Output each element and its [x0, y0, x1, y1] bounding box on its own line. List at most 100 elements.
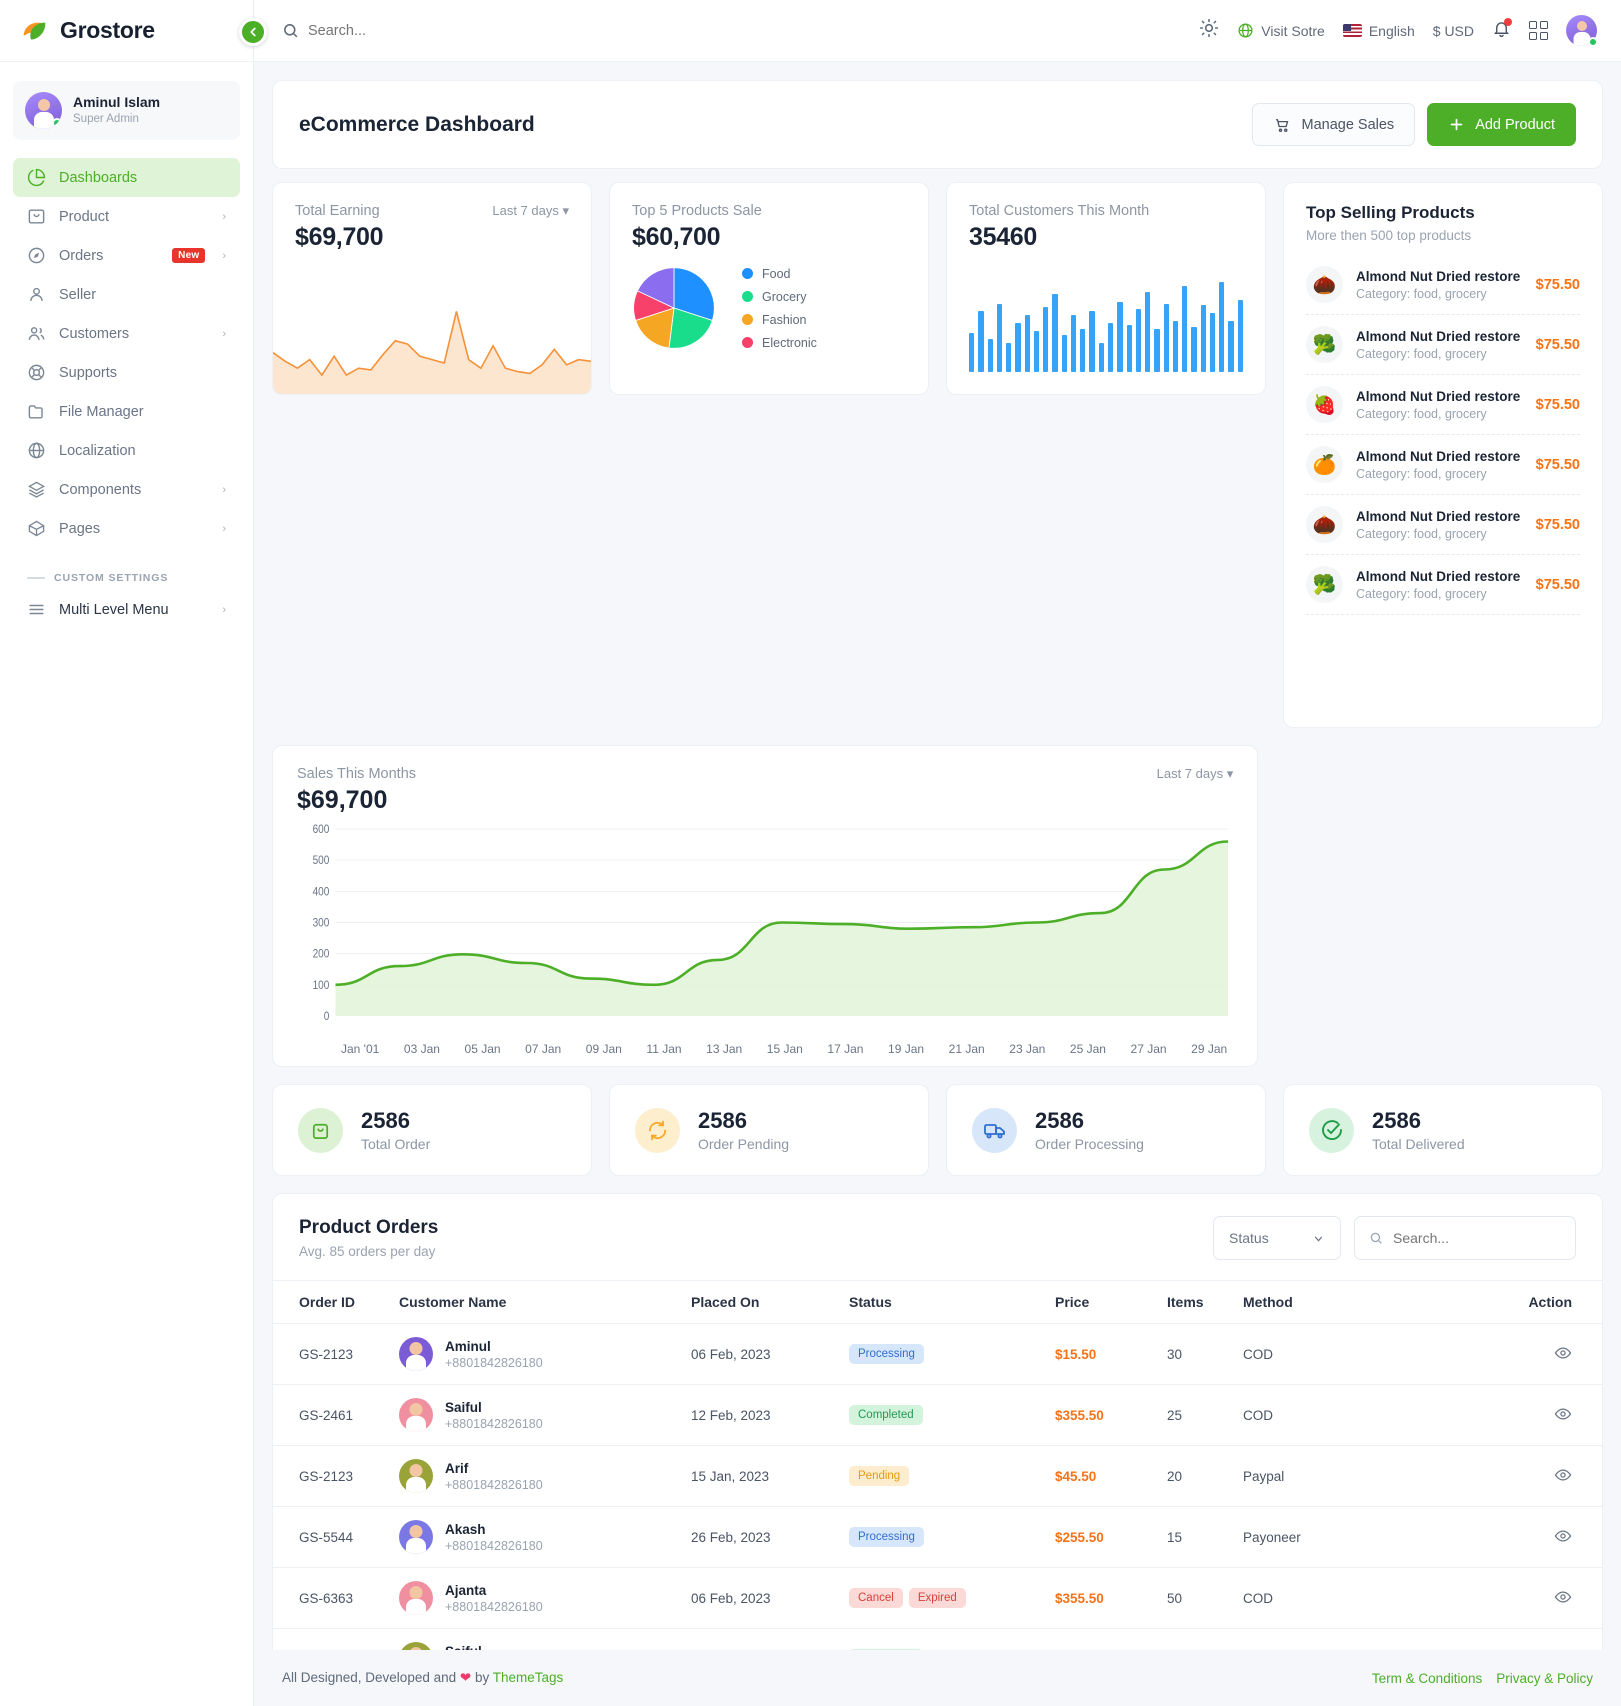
- top-product-item[interactable]: 🌰 Almond Nut Dried restore Category: food,…: [1306, 495, 1580, 555]
- sidebar-profile-card[interactable]: Aminul Islam Super Admin: [13, 81, 240, 140]
- chevron-right-icon: ›: [222, 249, 226, 262]
- svg-text:300: 300: [313, 917, 330, 930]
- sidebar-item-supports[interactable]: Supports: [13, 353, 240, 392]
- legend-item: Fashion: [742, 313, 817, 327]
- orders-search-input[interactable]: [1393, 1230, 1561, 1246]
- table-row[interactable]: GS-6363 Ajanta +8801842826180 06 Feb, 2023 C…: [273, 1567, 1602, 1629]
- cell-customer: Ajanta +8801842826180: [391, 1567, 683, 1629]
- sidebar-item-localization[interactable]: Localization: [13, 431, 240, 470]
- date-range-dropdown[interactable]: Last 7 days ▾: [1157, 766, 1234, 782]
- search-input[interactable]: [308, 22, 608, 39]
- legend-color-dot: [742, 291, 753, 302]
- apps-grid-button[interactable]: [1529, 21, 1548, 40]
- cell-method: Paypal: [1235, 1445, 1367, 1507]
- add-product-button[interactable]: Add Product: [1427, 103, 1576, 146]
- cell-status: Completed: [841, 1628, 1047, 1650]
- table-row[interactable]: GS-6565Saiful+880184282618012 Feb, 2023C…: [273, 1628, 1602, 1650]
- customer-name: Aminul: [445, 1338, 491, 1354]
- sidebar-item-components[interactable]: Components ›: [13, 470, 240, 509]
- privacy-link[interactable]: Privacy & Policy: [1496, 1671, 1593, 1686]
- orders-tools: Status: [1213, 1216, 1576, 1260]
- bar: [996, 303, 1003, 372]
- visit-store-link[interactable]: Visit Sotre: [1237, 22, 1325, 39]
- legend-item: Electronic: [742, 336, 817, 350]
- sidebar-item-label: Supports: [59, 364, 118, 381]
- bar: [1237, 299, 1243, 372]
- view-order-button[interactable]: [1554, 1468, 1572, 1487]
- legend-color-dot: [742, 337, 753, 348]
- product-category: Category: food, grocery: [1356, 466, 1487, 481]
- table-row[interactable]: GS-2123 Aminul +8801842826180 06 Feb, 2023 P…: [273, 1323, 1602, 1385]
- currency-label: $ USD: [1432, 22, 1474, 39]
- orders-search-box[interactable]: [1354, 1216, 1576, 1260]
- sidebar-collapse-button[interactable]: [239, 18, 267, 46]
- cell-price: $45.50: [1047, 1445, 1159, 1507]
- cell-items: 15: [1159, 1506, 1235, 1568]
- panel-title: Top Selling Products: [1306, 203, 1475, 222]
- sidebar-item-file-manager[interactable]: File Manager: [13, 392, 240, 431]
- sidebar-item-multi-level-menu[interactable]: Multi Level Menu ›: [13, 590, 240, 629]
- plus-icon: [1450, 118, 1463, 131]
- product-price: $75.50: [1535, 396, 1580, 413]
- top-product-item[interactable]: 🍊 Almond Nut Dried restore Category: food,…: [1306, 435, 1580, 495]
- view-order-button[interactable]: [1554, 1529, 1572, 1548]
- bar: [1219, 282, 1225, 372]
- bar: [1172, 321, 1179, 372]
- themetags-link[interactable]: ThemeTags: [493, 1670, 564, 1685]
- top-product-item[interactable]: 🥦 Almond Nut Dried restore Category: food,…: [1306, 555, 1580, 615]
- date-range-dropdown[interactable]: Last 7 days ▾: [492, 203, 569, 219]
- manage-sales-button[interactable]: Manage Sales: [1252, 103, 1416, 146]
- product-thumbnail: 🍊: [1306, 446, 1343, 483]
- view-order-button[interactable]: [1554, 1346, 1572, 1365]
- orders-title: Product Orders: [299, 1217, 439, 1238]
- total-delivered-stat: 2586 Total Delivered: [1283, 1084, 1603, 1176]
- menu-icon: [29, 604, 44, 615]
- cell-price: $355.50: [1047, 1384, 1159, 1446]
- top-product-item[interactable]: 🥦 Almond Nut Dried restore Category: food,…: [1306, 315, 1580, 375]
- sidebar-item-label: File Manager: [59, 403, 144, 420]
- top-product-item[interactable]: 🍓 Almond Nut Dried restore Category: food,…: [1306, 375, 1580, 435]
- theme-toggle-button[interactable]: [1199, 18, 1219, 43]
- chevron-right-icon: ›: [222, 210, 226, 223]
- chevron-down-icon: [1314, 1235, 1323, 1242]
- table-row[interactable]: GS-2461 Saiful +8801842826180 12 Feb, 2023 C…: [273, 1384, 1602, 1446]
- cell-method: Payoneer: [1235, 1506, 1367, 1568]
- svg-text:100: 100: [313, 979, 330, 992]
- x-axis-tick: 05 Jan: [464, 1042, 501, 1056]
- brand[interactable]: Grostore: [0, 0, 253, 62]
- global-search[interactable]: [282, 22, 1189, 39]
- cell-method: COD: [1235, 1567, 1367, 1629]
- sidebar-item-seller[interactable]: Seller: [13, 275, 240, 314]
- terms-link[interactable]: Term & Conditions: [1372, 1671, 1482, 1686]
- top-product-item[interactable]: 🌰 Almond Nut Dried restore Category: food,…: [1306, 255, 1580, 315]
- product-name: Almond Nut Dried restore: [1356, 388, 1521, 404]
- page-header-actions: Manage Sales Add Product: [1252, 103, 1576, 146]
- sidebar-item-label: Customers: [59, 325, 130, 342]
- notifications-button[interactable]: [1492, 17, 1512, 43]
- sidebar-item-pages[interactable]: Pages ›: [13, 509, 240, 548]
- cell-items: 25: [1159, 1384, 1235, 1446]
- sidebar-item-customers[interactable]: Customers ›: [13, 314, 240, 353]
- cell-items: 8: [1159, 1628, 1235, 1650]
- cell-status: Completed: [841, 1384, 1047, 1446]
- status-filter-select[interactable]: Status: [1213, 1216, 1341, 1260]
- sales-this-month-card: Sales This Months $69,700 Last 7 days ▾ …: [272, 745, 1259, 1067]
- sidebar-item-orders[interactable]: Orders New ›: [13, 236, 240, 275]
- x-axis-tick: Jan '01: [341, 1042, 380, 1056]
- view-order-button[interactable]: [1554, 1407, 1572, 1426]
- status-badge: Cancel: [849, 1588, 903, 1608]
- language-selector[interactable]: English: [1342, 23, 1415, 39]
- bar: [969, 332, 975, 372]
- view-order-button[interactable]: [1554, 1590, 1572, 1609]
- grostore-logo-icon: [20, 16, 50, 46]
- cell-order-id: GS-6363: [273, 1567, 391, 1629]
- stat-label: Total Order: [361, 1136, 431, 1153]
- sidebar-item-dashboards[interactable]: Dashboards: [13, 158, 240, 197]
- currency-selector[interactable]: $ USD: [1433, 23, 1474, 39]
- bar: [1024, 315, 1030, 372]
- table-row[interactable]: GS-2123 Arif +8801842826180 15 Jan, 2023 Pen…: [273, 1445, 1602, 1507]
- user-avatar-button[interactable]: [1566, 15, 1598, 47]
- sidebar-item-product[interactable]: Product ›: [13, 197, 240, 236]
- table-row[interactable]: GS-5544 Akash +8801842826180 26 Feb, 2023 Pr…: [273, 1506, 1602, 1568]
- divider-line: [27, 577, 45, 579]
